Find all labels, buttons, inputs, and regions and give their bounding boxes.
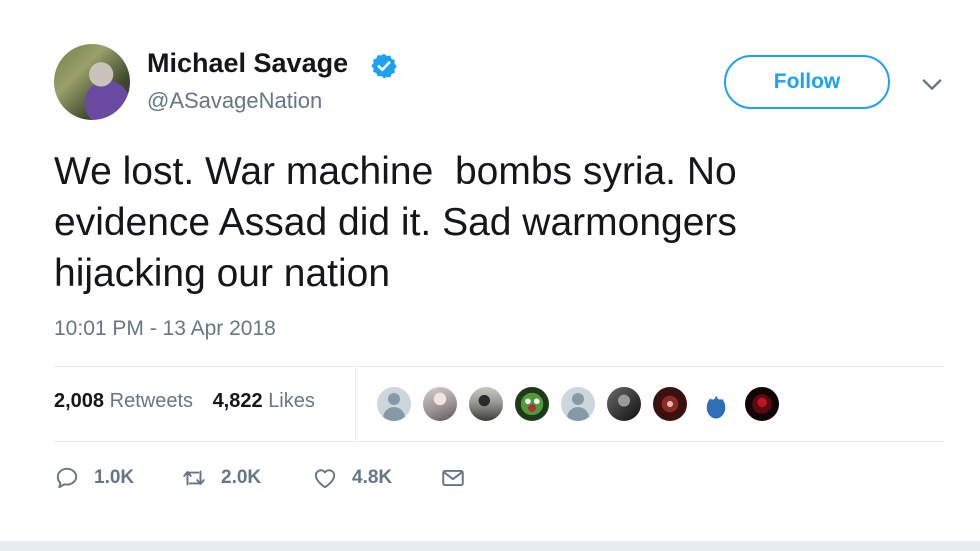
- heart-icon: [314, 469, 336, 489]
- chevron-down-icon[interactable]: [918, 70, 946, 98]
- retweets-label: Retweets: [109, 390, 193, 412]
- stats-divider: [355, 366, 356, 442]
- liker-avatar[interactable]: [697, 385, 735, 423]
- liker-avatar[interactable]: [559, 385, 597, 423]
- verified-badge-icon: [371, 53, 397, 79]
- direct-message-button[interactable]: [440, 462, 466, 494]
- liker-avatar[interactable]: [375, 385, 413, 423]
- page-background-strip: [0, 541, 980, 551]
- liker-avatar[interactable]: [421, 385, 459, 423]
- like-count: 4.8K: [352, 467, 393, 488]
- retweets-stat[interactable]: 2,008 Retweets: [54, 390, 193, 413]
- likes-label: Likes: [268, 390, 315, 412]
- tweet-text: We lost. War machine bombs syria. No evi…: [54, 150, 737, 295]
- liker-avatar[interactable]: [605, 385, 643, 423]
- retweets-count: 2,008: [54, 390, 105, 412]
- likes-stat[interactable]: 4,822 Likes: [213, 390, 315, 413]
- tweet-timestamp[interactable]: 10:01 PM - 13 Apr 2018: [54, 317, 276, 341]
- reply-icon: [56, 467, 78, 489]
- retweet-count: 2.0K: [221, 467, 262, 488]
- liker-avatar[interactable]: [513, 385, 551, 423]
- divider: [54, 366, 945, 367]
- retweet-icon: [183, 470, 205, 486]
- liker-avatar[interactable]: [651, 385, 689, 423]
- reply-button[interactable]: 1.0K: [54, 462, 134, 494]
- display-name[interactable]: Michael Savage: [147, 48, 348, 79]
- liker-avatar[interactable]: [743, 385, 781, 423]
- like-button[interactable]: 4.8K: [312, 462, 392, 494]
- reply-count: 1.0K: [94, 467, 135, 488]
- follow-button[interactable]: Follow: [724, 55, 890, 109]
- avatar[interactable]: [54, 44, 130, 120]
- likes-count: 4,822: [212, 390, 263, 412]
- user-handle[interactable]: @ASavageNation: [147, 88, 322, 114]
- liker-avatar[interactable]: [467, 385, 505, 423]
- divider: [54, 441, 945, 442]
- engagement-stats: 2,008 Retweets 4,822 Likes: [54, 390, 329, 413]
- tweet-card: Michael Savage @ASavageNation Follow We …: [0, 0, 980, 541]
- envelope-icon: [442, 469, 464, 487]
- retweet-button[interactable]: 2.0K: [181, 462, 261, 494]
